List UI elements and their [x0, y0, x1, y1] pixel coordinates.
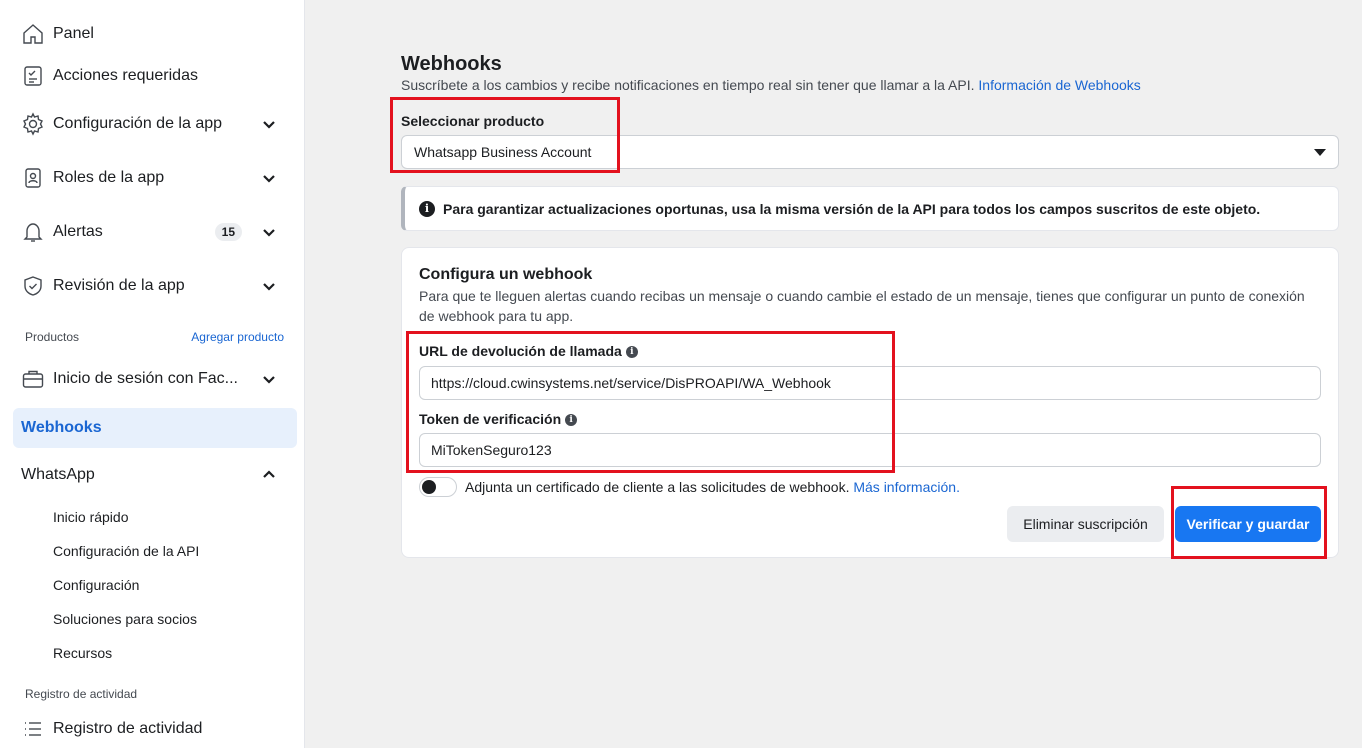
page-subtitle-text: Suscríbete a los cambios y recibe notifi…	[401, 77, 975, 93]
sidebar-item-label: Acciones requeridas	[53, 67, 198, 84]
sidebar-item-app-roles[interactable]: Roles de la app	[13, 158, 297, 198]
sidebar-subitem-quick-start[interactable]: Inicio rápido	[53, 509, 129, 525]
add-product-link[interactable]: Agregar producto	[191, 330, 284, 344]
sidebar-item-app-settings[interactable]: Configuración de la app	[13, 104, 297, 144]
info-icon: i	[419, 200, 435, 217]
configure-webhook-card: Configura un webhook Para que te lleguen…	[401, 247, 1339, 558]
callback-url-input[interactable]	[419, 366, 1321, 400]
verify-token-label-text: Token de verificación	[419, 411, 562, 427]
card-title: Configura un webhook	[419, 266, 593, 283]
select-product-label: Seleccionar producto	[401, 113, 545, 129]
toggle-knob	[422, 480, 436, 494]
sidebar-item-label: Revisión de la app	[53, 277, 185, 294]
sidebar-item-label: Alertas	[53, 223, 103, 240]
webhooks-info-link[interactable]: Información de Webhooks	[978, 77, 1140, 93]
sidebar-item-label: Configuración de la app	[53, 115, 223, 132]
list-icon	[21, 717, 45, 741]
caret-down-icon	[1314, 149, 1326, 156]
page-subtitle: Suscríbete a los cambios y recibe notifi…	[401, 77, 1141, 93]
sidebar-item-webhooks[interactable]: Webhooks	[13, 408, 297, 448]
gear-icon	[21, 112, 45, 136]
sidebar-item-label: Inicio de sesión con Fac...	[53, 370, 238, 387]
sidebar-item-panel[interactable]: Panel	[13, 14, 297, 54]
briefcase-icon	[21, 367, 45, 391]
sidebar: Panel Acciones requeridas Configuración …	[0, 0, 305, 748]
chevron-down-icon	[261, 371, 277, 387]
sidebar-subitem-api-setup[interactable]: Configuración de la API	[53, 543, 199, 559]
sidebar-item-label: Registro de actividad	[53, 720, 203, 737]
bell-icon	[21, 220, 45, 244]
shield-check-icon	[21, 274, 45, 298]
id-badge-icon	[21, 166, 45, 190]
verify-token-label: Token de verificación i	[419, 411, 578, 427]
client-certificate-toggle[interactable]	[419, 477, 457, 497]
callback-url-label-text: URL de devolución de llamada	[419, 343, 622, 359]
sidebar-item-whatsapp[interactable]: WhatsApp	[13, 455, 297, 495]
product-select-value: Whatsapp Business Account	[414, 144, 592, 160]
sidebar-item-label: Roles de la app	[53, 169, 165, 186]
chevron-down-icon	[261, 278, 277, 294]
api-version-info-banner: i Para garantizar actualizaciones oportu…	[401, 186, 1339, 231]
sidebar-item-required-actions[interactable]: Acciones requeridas	[13, 56, 297, 96]
product-select[interactable]: Whatsapp Business Account	[401, 135, 1339, 169]
checklist-icon	[21, 64, 45, 88]
chevron-down-icon	[261, 224, 277, 240]
delete-subscription-button[interactable]: Eliminar suscripción	[1007, 506, 1164, 542]
info-banner-text: Para garantizar actualizaciones oportuna…	[443, 200, 1261, 217]
client-certificate-label: Adjunta un certificado de cliente a las …	[465, 479, 850, 495]
home-icon	[21, 22, 45, 46]
more-info-link[interactable]: Más información.	[853, 479, 960, 495]
sidebar-item-activity-log[interactable]: Registro de actividad	[13, 709, 297, 748]
sidebar-subitem-partner-solutions[interactable]: Soluciones para socios	[53, 611, 197, 627]
alerts-count-badge: 15	[214, 223, 242, 241]
chevron-down-icon	[261, 116, 277, 132]
sidebar-item-label: Panel	[53, 25, 94, 42]
chevron-down-icon	[261, 170, 277, 186]
activity-section-label: Registro de actividad	[25, 687, 138, 701]
verify-token-input[interactable]	[419, 433, 1321, 467]
card-description: Para que te lleguen alertas cuando recib…	[419, 288, 1305, 324]
page-title: Webhooks	[401, 53, 502, 75]
sidebar-subitem-configuration[interactable]: Configuración	[53, 577, 139, 593]
info-icon[interactable]: i	[565, 414, 578, 427]
sidebar-item-alerts[interactable]: Alertas 15	[13, 212, 297, 252]
products-section-label: Productos	[25, 330, 80, 344]
sidebar-item-app-review[interactable]: Revisión de la app	[13, 266, 297, 306]
chevron-up-icon	[261, 467, 277, 483]
verify-and-save-button[interactable]: Verificar y guardar	[1175, 506, 1321, 542]
client-certificate-text: Adjunta un certificado de cliente a las …	[465, 479, 960, 495]
main-content: Webhooks Suscríbete a los cambios y reci…	[306, 0, 1362, 748]
sidebar-item-facebook-login[interactable]: Inicio de sesión con Fac...	[13, 359, 297, 399]
sidebar-subitem-resources[interactable]: Recursos	[53, 645, 112, 661]
callback-url-label: URL de devolución de llamada i	[419, 343, 638, 359]
sidebar-item-label: Webhooks	[21, 419, 102, 436]
sidebar-item-label: WhatsApp	[21, 466, 95, 483]
info-icon[interactable]: i	[625, 346, 638, 359]
